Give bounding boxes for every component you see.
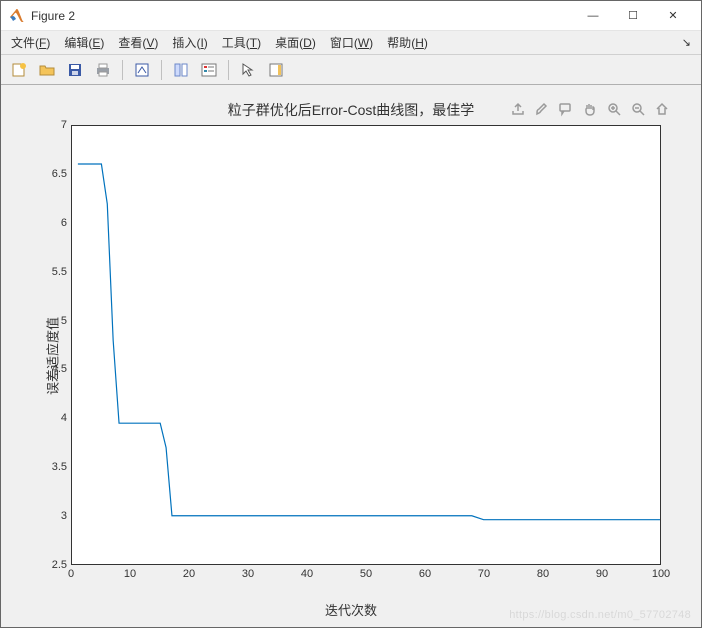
y-tick: 6 [41,217,67,229]
matlab-icon [9,8,25,24]
print-button[interactable] [91,58,115,82]
edit-plot-button[interactable] [236,58,260,82]
menu-insert[interactable]: 插入(I) [172,34,207,51]
new-figure-button[interactable] [7,58,31,82]
menu-edit[interactable]: 编辑(E) [64,34,104,51]
y-tick: 4.5 [41,363,67,375]
x-tick: 30 [242,568,254,580]
titlebar: Figure 2 — ☐ ✕ [1,1,701,31]
data-cursor-button[interactable] [169,58,193,82]
x-tick: 10 [124,568,136,580]
menu-view[interactable]: 查看(V) [118,34,158,51]
x-tick: 90 [596,568,608,580]
y-tick: 5.5 [41,266,67,278]
menu-overflow-icon[interactable]: ↘ [682,36,691,49]
x-tick: 60 [419,568,431,580]
toolbar-separator [122,60,123,80]
x-tick: 40 [301,568,313,580]
save-button[interactable] [63,58,87,82]
insert-legend-button[interactable] [197,58,221,82]
menu-help[interactable]: 帮助(H) [387,34,428,51]
toolbar [1,55,701,85]
watermark: https://blog.csdn.net/m0_57702748 [509,609,691,621]
open-button[interactable] [35,58,59,82]
y-tick: 3 [41,510,67,522]
chart-line [72,126,660,565]
y-tick: 4 [41,412,67,424]
y-tick: 3.5 [41,461,67,473]
datatip-icon[interactable] [557,100,575,118]
minimize-button[interactable]: — [573,2,613,30]
menu-tools[interactable]: 工具(T) [222,34,261,51]
x-tick: 80 [537,568,549,580]
y-tick: 2.5 [41,559,67,571]
link-button[interactable] [130,58,154,82]
close-button[interactable]: ✕ [653,2,693,30]
export-icon[interactable] [509,100,527,118]
zoom-in-icon[interactable] [605,100,623,118]
plot-axes[interactable] [71,125,661,565]
menu-window[interactable]: 窗口(W) [330,34,373,51]
home-icon[interactable] [653,100,671,118]
x-tick: 20 [183,568,195,580]
x-tick: 50 [360,568,372,580]
pan-icon[interactable] [581,100,599,118]
zoom-out-icon[interactable] [629,100,647,118]
y-tick: 5 [41,315,67,327]
brush-icon[interactable] [533,100,551,118]
toolbar-separator [161,60,162,80]
menu-desktop[interactable]: 桌面(D) [275,34,316,51]
menu-file[interactable]: 文件(F) [11,34,50,51]
window-title: Figure 2 [31,9,75,23]
x-tick: 0 [68,568,74,580]
y-axis-label: 误差适应度值 [43,317,62,395]
figure-area: 粒子群优化后Error-Cost曲线图，最佳学 误差适应度值 迭代次数 0102… [1,85,701,627]
y-tick: 6.5 [41,168,67,180]
x-tick: 100 [652,568,670,580]
maximize-button[interactable]: ☐ [613,2,653,30]
menubar: 文件(F) 编辑(E) 查看(V) 插入(I) 工具(T) 桌面(D) 窗口(W… [1,31,701,55]
axes-toolbar [509,100,671,118]
insert-colorbar-button[interactable] [264,58,288,82]
toolbar-separator [228,60,229,80]
y-tick: 7 [41,119,67,131]
x-tick: 70 [478,568,490,580]
